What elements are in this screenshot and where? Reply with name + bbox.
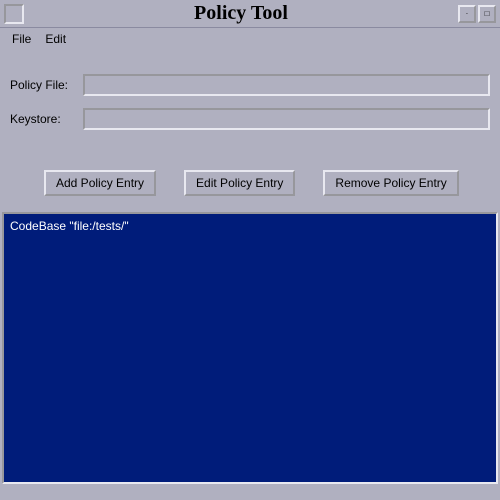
add-policy-entry-button[interactable]: Add Policy Entry	[44, 170, 156, 196]
minimize-button[interactable]: ·	[458, 5, 476, 23]
form-area: Policy File: Keystore:	[0, 50, 500, 150]
titlebar: Policy Tool · □	[0, 0, 500, 28]
maximize-icon: □	[485, 9, 490, 18]
policy-entries-list[interactable]: CodeBase "file:/tests/"	[2, 212, 498, 484]
keystore-row: Keystore:	[10, 108, 490, 130]
button-row: Add Policy Entry Edit Policy Entry Remov…	[0, 150, 500, 212]
policy-file-input[interactable]	[83, 74, 490, 96]
menu-file[interactable]: File	[12, 32, 31, 46]
policy-file-row: Policy File:	[10, 74, 490, 96]
minimize-icon: ·	[466, 9, 469, 18]
window-title: Policy Tool	[24, 2, 458, 25]
window-controls: · □	[458, 5, 496, 23]
list-item[interactable]: CodeBase "file:/tests/"	[10, 218, 490, 234]
window-menu-button[interactable]	[4, 4, 24, 24]
edit-policy-entry-button[interactable]: Edit Policy Entry	[184, 170, 295, 196]
menu-edit[interactable]: Edit	[45, 32, 66, 46]
remove-policy-entry-button[interactable]: Remove Policy Entry	[323, 170, 458, 196]
maximize-button[interactable]: □	[478, 5, 496, 23]
keystore-input[interactable]	[83, 108, 490, 130]
keystore-label: Keystore:	[10, 112, 75, 126]
policy-file-label: Policy File:	[10, 78, 75, 92]
menubar: File Edit	[0, 28, 500, 50]
